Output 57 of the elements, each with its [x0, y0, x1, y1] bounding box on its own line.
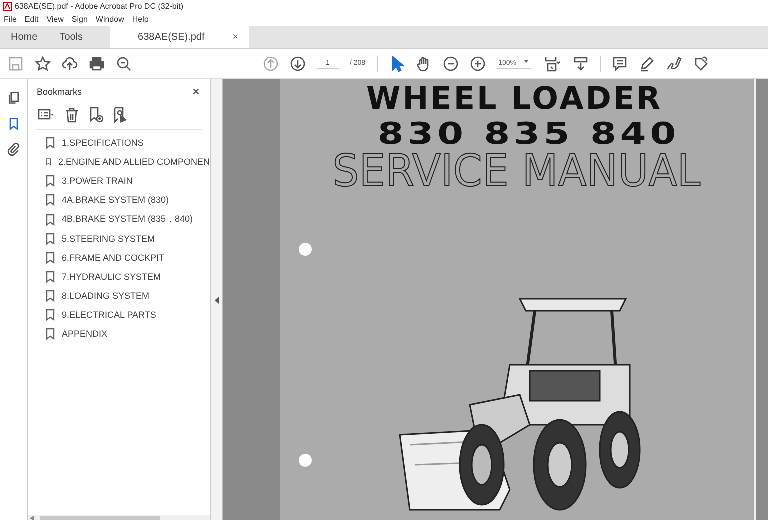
close-panel-button[interactable]: ×: [192, 84, 200, 99]
document-heading: WHEEL LOADER: [366, 81, 662, 117]
bookmark-icon: [46, 233, 55, 245]
caret-icon: [524, 60, 530, 64]
bookmark-icon: [46, 156, 52, 168]
bookmark-item[interactable]: 2.ENGINE AND ALLIED COMPONEN: [46, 154, 210, 170]
close-tab-button[interactable]: ×: [232, 32, 239, 42]
print-icon[interactable]: [89, 56, 105, 72]
scroll-left-icon[interactable]: [30, 516, 34, 520]
bookmark-icon: [46, 328, 55, 340]
bookmark-icon: [46, 309, 55, 321]
bookmark-item[interactable]: 1.SPECIFICATIONS: [46, 135, 210, 151]
bookmark-item[interactable]: 9.ELECTRICAL PARTS: [46, 307, 210, 323]
pen-icon[interactable]: [639, 56, 656, 72]
bookmark-item[interactable]: 4B.BRAKE SYSTEM (835，840): [46, 211, 210, 228]
signature-icon[interactable]: [666, 56, 682, 72]
punch-hole: [299, 454, 312, 467]
scroll-mode-icon[interactable]: [573, 56, 590, 72]
bookmark-icon: [46, 290, 55, 302]
bookmark-item[interactable]: 8.LOADING SYSTEM: [46, 288, 210, 304]
bookmark-item[interactable]: 3.POWER TRAIN: [46, 173, 210, 189]
trash-icon[interactable]: [64, 107, 80, 123]
bookmark-icon: [46, 194, 55, 206]
bookmark-item[interactable]: 5.STEERING SYSTEM: [46, 231, 210, 247]
menu-item[interactable]: Edit: [24, 15, 39, 24]
tools-icon[interactable]: [693, 56, 710, 72]
bookmark-item[interactable]: APPENDIX: [46, 326, 210, 342]
add-bookmark-icon[interactable]: [88, 107, 104, 123]
menu-item[interactable]: File: [4, 15, 17, 24]
comment-icon[interactable]: [612, 56, 628, 72]
bookmark-icon: [46, 252, 55, 264]
bookmark-item[interactable]: 4A.BRAKE SYSTEM (830): [46, 192, 210, 208]
menu-item[interactable]: View: [46, 15, 64, 24]
paperclip-icon[interactable]: [6, 141, 22, 159]
bookmark-item[interactable]: 6.FRAME AND COCKPIT: [46, 250, 210, 266]
punch-hole: [299, 243, 312, 256]
bookmark-icon: [46, 137, 55, 149]
bookmark-icon: [46, 271, 55, 283]
panel-title: Bookmarks: [37, 86, 82, 96]
scrollbar-thumb[interactable]: [40, 516, 160, 520]
bookmark-search-icon[interactable]: [112, 107, 128, 123]
bookmark-item[interactable]: 7.HYDRAULIC SYSTEM: [46, 269, 210, 285]
search-icon[interactable]: [116, 56, 132, 72]
bookmark-icon: [46, 214, 55, 226]
cloud-upload-icon[interactable]: [62, 56, 78, 72]
menu-item[interactable]: Window: [96, 15, 124, 24]
tab[interactable]: Home: [0, 26, 49, 48]
window-title: 638AE(SE).pdf - Adobe Acrobat Pro DC (32-bit): [15, 2, 184, 11]
collapse-panel-icon[interactable]: [214, 296, 218, 304]
tab[interactable]: 638AE(SE).pdf ×: [110, 26, 249, 48]
star-icon[interactable]: [35, 56, 51, 72]
menu-item[interactable]: Help: [132, 15, 149, 24]
menu-item[interactable]: Sign: [72, 15, 88, 24]
bookmark-icon: [46, 175, 55, 187]
zoom-out-icon[interactable]: [442, 56, 459, 72]
tab[interactable]: Tools: [48, 26, 94, 48]
zoom-in-icon[interactable]: [470, 56, 486, 72]
